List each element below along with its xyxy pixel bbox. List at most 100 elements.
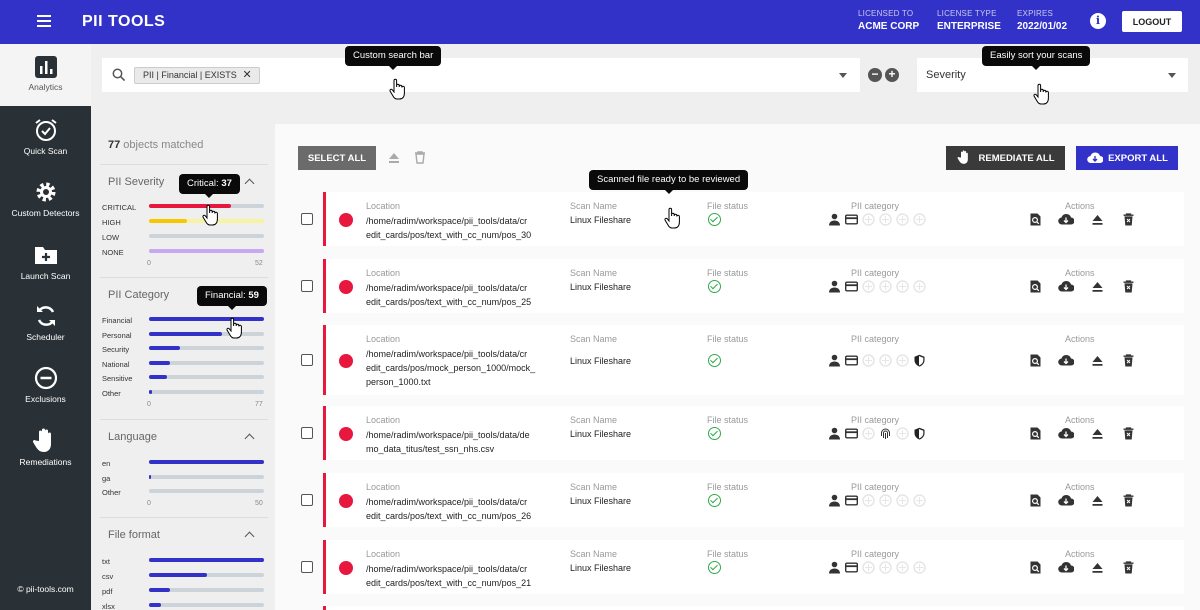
- filter-row-label[interactable]: Other: [102, 389, 121, 398]
- filter-bar[interactable]: [149, 573, 264, 577]
- cloud-download-icon[interactable]: [1058, 354, 1074, 367]
- filter-bar[interactable]: [149, 346, 264, 350]
- filter-row-label[interactable]: Security: [102, 345, 129, 354]
- filter-bar[interactable]: [149, 558, 264, 562]
- sidebar-item-launch-scan[interactable]: Launch Scan: [0, 238, 91, 300]
- cloud-download-icon[interactable]: [1058, 280, 1074, 293]
- eject-icon[interactable]: [388, 152, 400, 164]
- inspect-file-icon[interactable]: [1029, 561, 1042, 574]
- cloud-download-icon[interactable]: [1058, 427, 1074, 440]
- filter-bar[interactable]: [149, 489, 264, 493]
- filter-row-label[interactable]: Personal: [102, 331, 132, 340]
- inspect-file-icon[interactable]: [1029, 280, 1042, 293]
- inspect-file-icon[interactable]: [1029, 494, 1042, 507]
- row-checkbox[interactable]: [301, 427, 313, 439]
- search-dropdown-caret[interactable]: [839, 73, 847, 78]
- chip-close-icon[interactable]: ✕: [243, 68, 252, 83]
- filter-row-label[interactable]: xlsx: [102, 602, 115, 610]
- info-icon[interactable]: i: [1090, 13, 1106, 29]
- filter-row-label[interactable]: txt: [102, 557, 110, 566]
- filter-bar[interactable]: [149, 331, 264, 336]
- trash-icon[interactable]: [1122, 427, 1135, 440]
- scan-name-header: Scan Name: [570, 549, 618, 559]
- filter-bar[interactable]: [149, 375, 264, 379]
- file-status-header: File status: [707, 549, 749, 559]
- filter-bar[interactable]: [149, 389, 264, 394]
- remove-condition-button[interactable]: −: [868, 68, 882, 82]
- filter-row-label[interactable]: Financial: [102, 316, 132, 325]
- eject-icon[interactable]: [1091, 213, 1104, 226]
- category-placeholder-icon: [896, 280, 909, 293]
- menu-icon[interactable]: [37, 15, 51, 27]
- filter-row-label[interactable]: ga: [102, 474, 110, 483]
- cloud-download-icon[interactable]: [1058, 494, 1074, 507]
- person-icon: [828, 494, 841, 507]
- result-card[interactable]: [323, 606, 1184, 610]
- filter-row-label[interactable]: Other: [102, 488, 121, 497]
- row-checkbox[interactable]: [301, 494, 313, 506]
- trash-icon[interactable]: [414, 151, 426, 164]
- select-all-button[interactable]: SELECT ALL: [298, 146, 376, 170]
- eject-icon[interactable]: [1091, 561, 1104, 574]
- sidebar-item-quick-scan[interactable]: Quick Scan: [0, 114, 91, 176]
- sidebar-item-analytics[interactable]: Analytics: [0, 44, 91, 106]
- eject-icon[interactable]: [1091, 427, 1104, 440]
- shield-icon: [913, 427, 926, 440]
- filter-bar[interactable]: [149, 234, 264, 238]
- logout-button[interactable]: LOGOUT: [1122, 11, 1182, 32]
- filter-row-label[interactable]: CRITICAL: [102, 203, 136, 212]
- row-checkbox[interactable]: [301, 213, 313, 225]
- filter-row-label[interactable]: National: [102, 360, 130, 369]
- license-type: LICENSE TYPE ENTERPRISE: [937, 9, 1001, 32]
- filter-divider: [100, 419, 268, 420]
- trash-icon[interactable]: [1122, 213, 1135, 226]
- filter-divider: [100, 164, 268, 165]
- sidebar-item-custom-detectors[interactable]: Custom Detectors: [0, 176, 91, 238]
- location-value: edit_cards/pos/text_with_cc_num/pos_25: [366, 297, 532, 307]
- eject-icon[interactable]: [1091, 494, 1104, 507]
- scan-name-value: Linux Fileshare: [570, 563, 632, 573]
- filter-row-label[interactable]: pdf: [102, 587, 112, 596]
- filter-bar[interactable]: [149, 360, 264, 365]
- trash-icon[interactable]: [1122, 561, 1135, 574]
- sidebar-item-scheduler[interactable]: Scheduler: [0, 300, 91, 362]
- trash-icon[interactable]: [1122, 494, 1135, 507]
- trash-icon[interactable]: [1122, 280, 1135, 293]
- filter-row-label[interactable]: NONE: [102, 248, 124, 257]
- inspect-file-icon[interactable]: [1029, 354, 1042, 367]
- row-checkbox[interactable]: [301, 561, 313, 573]
- sidebar-item-remediations[interactable]: Remediations: [0, 424, 91, 486]
- axis-min: 0: [147, 401, 151, 408]
- cloud-download-icon[interactable]: [1058, 561, 1074, 574]
- severity-dot: [339, 427, 353, 441]
- filter-row-label[interactable]: Sensitive: [102, 374, 132, 383]
- eject-icon[interactable]: [1091, 280, 1104, 293]
- filter-bar[interactable]: [149, 588, 264, 592]
- inspect-file-icon[interactable]: [1029, 213, 1042, 226]
- filter-row-label[interactable]: en: [102, 459, 110, 468]
- filter-bar[interactable]: [149, 317, 264, 321]
- sidebar-item-exclusions[interactable]: Exclusions: [0, 362, 91, 424]
- file-status-header: File status: [707, 268, 749, 278]
- trash-icon[interactable]: [1122, 354, 1135, 367]
- eject-icon[interactable]: [1091, 354, 1104, 367]
- filter-row-label[interactable]: csv: [102, 572, 113, 581]
- filter-bar[interactable]: [149, 249, 264, 253]
- hand-cursor-icon: [202, 204, 218, 226]
- filter-bar-fill: [149, 474, 152, 479]
- hand-icon: [32, 428, 51, 452]
- filter-bar[interactable]: [149, 474, 264, 479]
- category-placeholder-icon: [879, 494, 892, 507]
- add-condition-button[interactable]: +: [885, 68, 899, 82]
- top-bar: PII TOOLS LICENSED TO ACME CORP LICENSE T…: [0, 0, 1200, 44]
- filter-bar[interactable]: [149, 603, 264, 607]
- filter-bar[interactable]: [149, 460, 264, 464]
- cloud-download-icon[interactable]: [1058, 213, 1074, 226]
- sidebar: Analytics Quick Scan Custom Detectors La…: [0, 44, 91, 610]
- row-checkbox[interactable]: [301, 280, 313, 292]
- filter-row-label[interactable]: HIGH: [102, 218, 121, 227]
- filter-row-label[interactable]: LOW: [102, 233, 119, 242]
- row-checkbox[interactable]: [301, 354, 313, 366]
- query-chip[interactable]: PII | Financial | EXISTS ✕: [134, 67, 260, 84]
- inspect-file-icon[interactable]: [1029, 427, 1042, 440]
